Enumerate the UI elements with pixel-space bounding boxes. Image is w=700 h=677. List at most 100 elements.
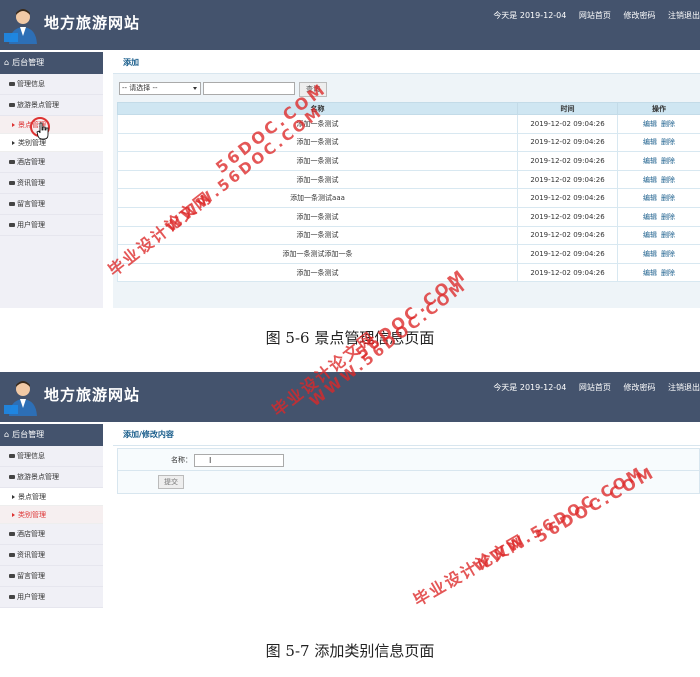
submit-button[interactable]: 提交 [158,475,184,489]
figure-caption-5-6: 图 5-6 景点管理信息页面 [265,329,435,347]
sidebar-item-scenic-management[interactable]: 景点管理 [0,488,103,506]
triangle-right-icon [12,495,15,499]
triangle-right-icon [12,123,15,127]
triangle-right-icon [12,141,15,145]
sidebar-item-news[interactable]: 资讯管理 [0,173,103,194]
menu-bullet-icon [9,202,15,206]
sidebar-item-users[interactable]: 用户管理 [0,215,103,236]
cell-actions: 编辑 删除 [617,151,700,171]
sidebar-item-users[interactable]: 用户管理 [0,587,103,608]
edit-link[interactable]: 编辑 [643,231,657,239]
cell-name: 添加一条测试aaa [117,188,518,208]
cell-actions: 编辑 删除 [617,206,700,227]
figure-caption-5-7: 图 5-7 添加类别信息页面 [265,642,435,660]
panel-title: 添加/修改内容 [113,424,700,446]
main-panel: 添加 -- 请选择 -- 查询 名称 时间 操作 添加一条测试 2019-12-0… [113,52,700,308]
sidebar-item-category-management[interactable]: 类别管理 [0,506,103,524]
sidebar-item-hotel[interactable]: 酒店管理 [0,524,103,545]
sidebar: ⌂ 后台管理 管理信息 旅游景点管理 景点管理 类别管理 酒店管理 资讯管理 留言… [0,52,103,308]
logout-link[interactable]: 注销退出 [668,11,700,20]
table-row: 添加一条测试 2019-12-02 09:04:26 编辑 删除 [117,206,700,227]
table-row: 添加一条测试aaa 2019-12-02 09:04:26 编辑 删除 [117,188,700,208]
table-row: 添加一条测试 2019-12-02 09:04:26 编辑 删除 [117,262,700,283]
sidebar-title: ⌂ 后台管理 [0,52,103,74]
name-input[interactable]: I [194,453,284,467]
menu-bullet-icon [9,82,15,86]
change-password-link[interactable]: 修改密码 [623,383,655,392]
menu-bullet-icon [9,553,15,557]
form-row-name: 名称： I [118,449,699,471]
sidebar-item-news[interactable]: 资讯管理 [0,545,103,566]
home-icon: ⌂ [4,430,10,439]
search-button[interactable]: 查询 [299,82,327,97]
table-row: 添加一条测试 2019-12-02 09:04:26 编辑 删除 [117,225,700,246]
delete-link[interactable]: 删除 [661,176,675,184]
name-label: 名称： [171,456,192,464]
delete-link[interactable]: 删除 [661,194,675,202]
column-header-time: 时间 [517,102,618,115]
panel-title: 添加 [113,52,700,74]
delete-link[interactable]: 删除 [661,138,675,146]
home-link[interactable]: 网站首页 [579,11,611,20]
edit-link[interactable]: 编辑 [643,157,657,165]
change-password-link[interactable]: 修改密码 [623,11,655,20]
edit-link[interactable]: 编辑 [643,138,657,146]
edit-link[interactable]: 编辑 [643,194,657,202]
delete-link[interactable]: 删除 [661,250,675,258]
cell-time: 2019-12-02 09:04:26 [517,244,618,264]
sidebar-item-scenic-group[interactable]: 旅游景点管理 [0,95,103,116]
cell-actions: 编辑 删除 [617,114,700,134]
form-panel: 名称： I 提交 [117,448,700,494]
logout-link[interactable]: 注销退出 [668,383,700,392]
menu-bullet-icon [9,475,15,479]
category-select[interactable]: -- 请选择 -- [119,82,201,95]
scenic-table: 名称 时间 操作 添加一条测试 2019-12-02 09:04:26 编辑 删除 添加… [117,102,700,283]
search-input[interactable] [203,82,295,95]
home-link[interactable]: 网站首页 [579,383,611,392]
menu-bullet-icon [9,454,15,458]
sidebar-item-scenic-management[interactable]: 景点管理 [0,116,103,134]
cell-actions: 编辑 删除 [617,244,700,264]
menu-bullet-icon [9,160,15,164]
edit-link[interactable]: 编辑 [643,176,657,184]
site-title: 地方旅游网站 [44,14,141,32]
top-header: 地方旅游网站 今天是 2019-12-04 网站首页 修改密码 注销退出 [0,0,700,50]
table-body: 添加一条测试 2019-12-02 09:04:26 编辑 删除 添加一条测试 2019-… [117,114,700,283]
sidebar-item-admin-info[interactable]: 管理信息 [0,74,103,95]
table-row: 添加一条测试 2019-12-02 09:04:26 编辑 删除 [117,151,700,171]
header-links: 今天是 2019-12-04 网站首页 修改密码 注销退出 [483,10,700,21]
table-header-row: 名称 时间 操作 [117,102,700,115]
delete-link[interactable]: 删除 [661,269,675,277]
edit-link[interactable]: 编辑 [643,250,657,258]
sidebar-item-messages[interactable]: 留言管理 [0,566,103,587]
sidebar-item-category-management[interactable]: 类别管理 [0,134,103,152]
search-toolbar: -- 请选择 -- 查询 [117,78,700,102]
admin-avatar-icon [4,9,37,44]
header-links: 今天是 2019-12-04 网站首页 修改密码 注销退出 [483,382,700,393]
main-panel: 添加/修改内容 名称： I 提交 [113,424,700,498]
screenshot-add-category: 地方旅游网站 今天是 2019-12-04 网站首页 修改密码 注销退出 ⌂ 后台… [0,372,700,610]
edit-link[interactable]: 编辑 [643,269,657,277]
sidebar-item-scenic-group[interactable]: 旅游景点管理 [0,467,103,488]
menu-bullet-icon [9,223,15,227]
cell-time: 2019-12-02 09:04:26 [517,188,618,208]
form-row-submit: 提交 [118,471,699,493]
sidebar-item-admin-info[interactable]: 管理信息 [0,446,103,467]
sidebar-item-messages[interactable]: 留言管理 [0,194,103,215]
today-label: 今天是 2019-12-04 [493,11,567,20]
menu-bullet-icon [9,532,15,536]
delete-link[interactable]: 删除 [661,157,675,165]
edit-link[interactable]: 编辑 [643,120,657,128]
delete-link[interactable]: 删除 [661,231,675,239]
cell-time: 2019-12-02 09:04:26 [517,206,618,227]
sidebar-item-hotel[interactable]: 酒店管理 [0,152,103,173]
cell-name: 添加一条测试 [117,262,518,283]
cell-time: 2019-12-02 09:04:26 [517,169,618,190]
edit-link[interactable]: 编辑 [643,213,657,221]
delete-link[interactable]: 删除 [661,213,675,221]
delete-link[interactable]: 删除 [661,120,675,128]
cell-actions: 编辑 删除 [617,225,700,246]
table-row: 添加一条测试 2019-12-02 09:04:26 编辑 删除 [117,169,700,190]
column-header-name: 名称 [117,102,518,115]
cell-name: 添加一条测试添加一条 [117,244,518,264]
